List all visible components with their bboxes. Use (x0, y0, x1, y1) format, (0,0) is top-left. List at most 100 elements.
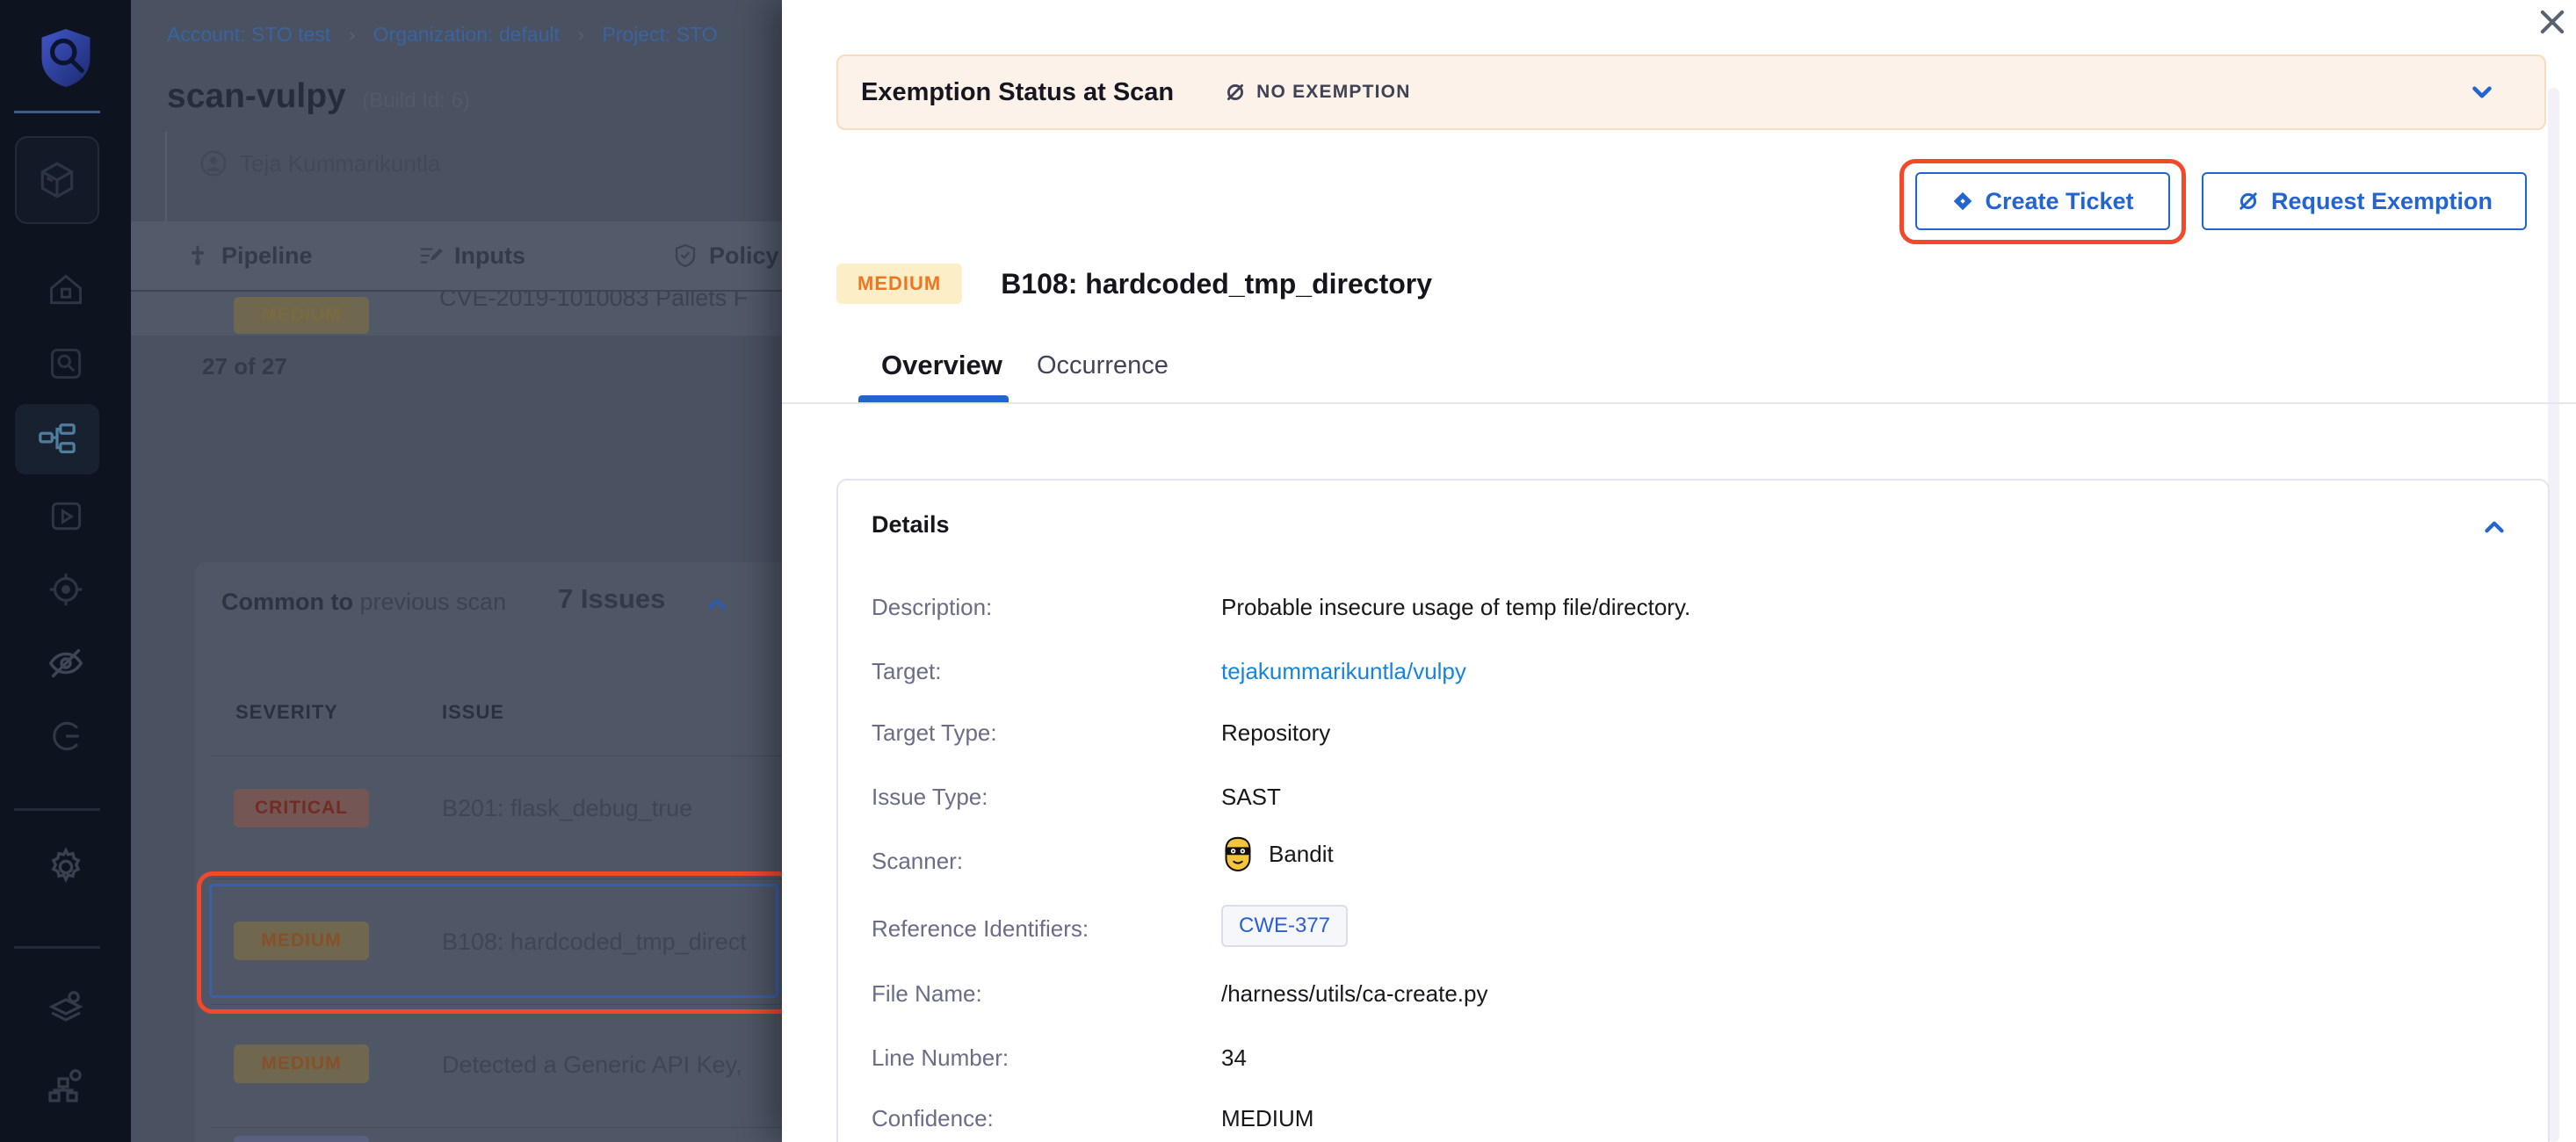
left-nav-rail (0, 0, 131, 1142)
pipeline-icon (37, 419, 77, 459)
severity-badge-low-partial (234, 1136, 369, 1142)
cwe-chip[interactable]: CWE-377 (1221, 905, 1348, 947)
pipeline-tab-icon (185, 242, 211, 269)
scanner-name: Bandit (1269, 841, 1334, 868)
inputs-tab-icon (417, 242, 444, 269)
field-label: Issue Type: (872, 784, 988, 811)
tab-pipeline-label: Pipeline (221, 242, 313, 270)
request-exemption-button[interactable]: Request Exemption (2202, 172, 2527, 230)
page-background: Account: STO test › Organization: defaul… (131, 0, 782, 1142)
field-target-type: Target Type: Repository (838, 716, 2548, 751)
cube-module-icon (35, 158, 79, 202)
nav-layers-gear-icon[interactable] (0, 986, 131, 1028)
breadcrumb-project-link[interactable]: Project: STO (602, 23, 717, 46)
bandit-scanner-icon (1221, 835, 1255, 872)
severity-badge-medium: MEDIUM (234, 1044, 369, 1083)
banner-chevron-down-icon[interactable] (2467, 77, 2497, 112)
breadcrumb-separator: › (349, 23, 356, 46)
field-file-name: File Name: /harness/utils/ca-create.py (838, 977, 2548, 1012)
breadcrumb-separator: › (577, 23, 584, 46)
clipped-severity-badge: MEDIUM (234, 297, 369, 334)
field-label: Reference Identifiers: (872, 915, 1089, 943)
field-scanner: Scanner: Bandit (838, 844, 2548, 879)
nav-executions-icon[interactable] (0, 497, 131, 536)
tabs-divider (782, 402, 2576, 404)
module-selector-button[interactable] (15, 136, 99, 224)
exemption-banner-title: Exemption Status at Scan (861, 78, 1174, 107)
nav-gitops-icon[interactable] (0, 717, 131, 755)
nav-eye-off-icon[interactable] (0, 643, 131, 683)
tab-inputs[interactable]: Inputs (417, 221, 525, 290)
nav-settings-gear-icon[interactable] (0, 845, 131, 889)
field-label: Line Number: (872, 1044, 1009, 1072)
field-value: MEDIUM (1221, 1105, 1313, 1132)
active-tab-underline (858, 395, 1009, 402)
severity-badge-medium: MEDIUM (234, 922, 369, 960)
severity-badge-critical: CRITICAL (234, 789, 369, 828)
field-label: Description: (872, 594, 992, 621)
field-label: Confidence: (872, 1105, 994, 1132)
field-reference-identifiers: Reference Identifiers: CWE-377 (838, 912, 2548, 947)
field-value: Repository (1221, 719, 1330, 747)
build-id-label: (Build Id: 6) (362, 89, 470, 112)
field-value: 34 (1221, 1044, 1247, 1072)
details-title: Details (872, 511, 950, 538)
field-label: Target: (872, 658, 942, 685)
breadcrumb-org-link[interactable]: Organization: default (373, 23, 560, 46)
details-collapse-chevron-icon[interactable] (2479, 512, 2509, 546)
nav-divider-bottom (14, 946, 100, 949)
user-name: Teja Kummarikuntla (240, 150, 440, 177)
issue-header: MEDIUM B108: hardcoded_tmp_directory (836, 264, 1432, 304)
nav-home-icon[interactable] (0, 271, 131, 309)
nav-scan-search-icon[interactable] (0, 344, 131, 383)
target-link[interactable]: tejakummarikuntla/vulpy (1221, 658, 1466, 685)
nav-divider-mid (14, 808, 100, 811)
no-exemption-icon (1223, 80, 1248, 105)
issues-group-label: Common to (221, 589, 353, 615)
breadcrumb-account-link[interactable]: Account: STO test (167, 23, 330, 46)
tab-policy-evaluations[interactable]: Policy Evaluations (672, 221, 782, 290)
exemption-status: NO EXEMPTION (1223, 80, 1410, 105)
field-value: /harness/utils/ca-create.py (1221, 980, 1487, 1008)
pipeline-title-row: scan-vulpy (Build Id: 6) (167, 77, 470, 116)
page-title: scan-vulpy (167, 77, 346, 115)
tab-overview[interactable]: Overview (881, 350, 1002, 381)
field-confidence: Confidence: MEDIUM (838, 1102, 2548, 1137)
row-divider (211, 755, 782, 756)
row-divider (211, 878, 782, 879)
issues-count: 7 Issues (558, 583, 665, 615)
create-ticket-button[interactable]: Create Ticket (1915, 172, 2170, 230)
nav-pipeline-active[interactable] (15, 404, 99, 474)
issue-row-critical[interactable]: B201: flask_debug_true (442, 795, 692, 822)
execution-tabs-bar: Pipeline Inputs Policy Evaluations (131, 221, 782, 292)
create-ticket-label: Create Ticket (1985, 188, 2133, 215)
row-divider (211, 1127, 782, 1128)
collapse-issues-chevron-icon[interactable] (703, 590, 731, 623)
exemption-eye-off-icon (2236, 189, 2261, 213)
exemption-status-banner: Exemption Status at Scan NO EXEMPTION (836, 54, 2546, 130)
nav-target-icon[interactable] (0, 569, 131, 610)
tab-inputs-label: Inputs (454, 242, 525, 270)
trigger-user-row: Teja Kummarikuntla (199, 149, 440, 177)
nav-network-gear-icon[interactable] (0, 1065, 131, 1107)
issues-list-card: Common to previous scan 7 Issues SEVERIT… (195, 562, 782, 1142)
field-target: Target: tejakummarikuntla/vulpy (838, 654, 2548, 690)
issue-row-selected[interactable]: B108: hardcoded_tmp_direct (442, 929, 747, 956)
field-label: Target Type: (872, 719, 997, 747)
scanner-value: Bandit (1221, 835, 1334, 872)
sto-shield-logo-icon[interactable] (0, 25, 131, 91)
user-avatar-icon (199, 149, 228, 177)
issue-row-generic-key[interactable]: Detected a Generic API Key, (442, 1052, 742, 1079)
stage-left-rule (165, 132, 167, 233)
field-label: Scanner: (872, 848, 963, 875)
request-exemption-label: Request Exemption (2271, 188, 2493, 215)
row-divider (211, 1004, 782, 1005)
field-line-number: Line Number: 34 (838, 1041, 2548, 1076)
field-issue-type: Issue Type: SAST (838, 780, 2548, 815)
tab-occurrence[interactable]: Occurrence (1037, 351, 1169, 380)
close-icon[interactable] (2536, 5, 2571, 40)
tab-pipeline[interactable]: Pipeline (185, 221, 313, 290)
breadcrumb: Account: STO test › Organization: defaul… (167, 23, 718, 47)
no-exemption-label: NO EXEMPTION (1256, 82, 1410, 103)
col-header-issue: ISSUE (442, 701, 504, 724)
